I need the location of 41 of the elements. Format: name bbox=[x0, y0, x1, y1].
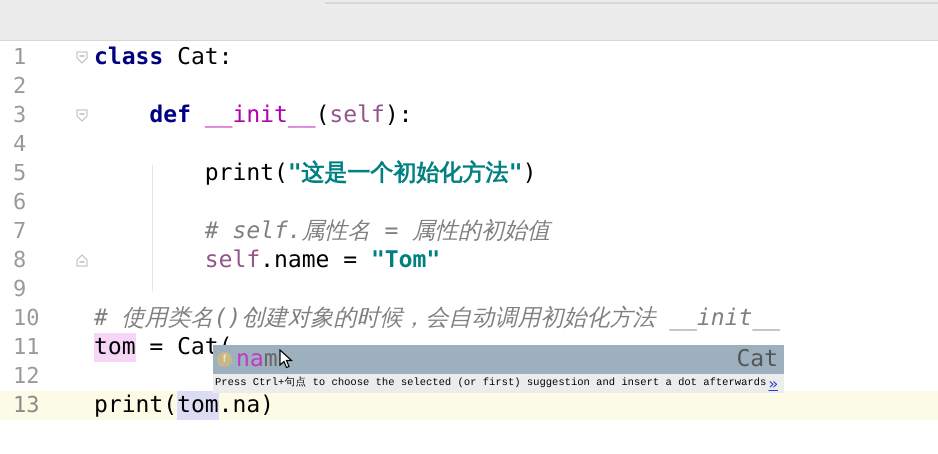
code-token: ( bbox=[316, 101, 330, 130]
more-link[interactable]: » bbox=[768, 376, 778, 392]
code-token: self bbox=[204, 246, 260, 275]
cursor-icon bbox=[279, 349, 293, 369]
line-number: 12 bbox=[12, 363, 40, 391]
code-token: Cat: bbox=[176, 43, 232, 72]
completion-hint: Press Ctrl+句点 to choose the selected (or first) suggestion and insert a dot afterwards bbox=[215, 376, 766, 391]
code-token: .na) bbox=[218, 391, 274, 420]
code-token: tom bbox=[94, 333, 136, 362]
code-token: def bbox=[148, 101, 191, 130]
code-token: print( bbox=[204, 159, 288, 188]
code-token: # 使用类名()创建对象的时候，会自动调用初始化方法 __init__ bbox=[94, 304, 780, 333]
fold-icon[interactable] bbox=[76, 109, 88, 122]
line-number: 6 bbox=[12, 189, 28, 217]
code-token: "这是一个初始化方法" bbox=[288, 159, 523, 188]
code-token: ) bbox=[522, 159, 536, 188]
line-number: 9 bbox=[12, 276, 28, 304]
code-token: tom bbox=[177, 391, 219, 420]
line-number: 10 bbox=[12, 305, 40, 333]
line-number: 7 bbox=[12, 218, 28, 246]
completion-item[interactable]: f nam Cat bbox=[213, 345, 784, 374]
code-token: "Tom" bbox=[370, 246, 440, 275]
fold-icon[interactable] bbox=[76, 254, 88, 267]
line-number: 1 bbox=[12, 44, 28, 72]
code-token: print( bbox=[94, 391, 178, 420]
code-token: __init__ bbox=[204, 101, 316, 130]
line-number: 8 bbox=[12, 247, 28, 275]
code-token: class bbox=[94, 43, 164, 72]
line-number: 2 bbox=[12, 73, 28, 101]
fold-icon[interactable] bbox=[76, 51, 88, 64]
line-number: 3 bbox=[12, 102, 28, 130]
line-number: 11 bbox=[12, 334, 40, 362]
code-token: .name = bbox=[260, 246, 358, 275]
code-token: ): bbox=[384, 101, 413, 130]
code-token: self bbox=[329, 101, 385, 130]
completion-type: Cat bbox=[736, 345, 778, 374]
code-token: # self.属性名 = 属性的初始值 bbox=[204, 217, 550, 246]
completion-name: nam bbox=[236, 345, 278, 374]
line-number: 13 bbox=[12, 392, 40, 420]
line-number: 5 bbox=[12, 160, 28, 188]
line-number: 4 bbox=[12, 131, 28, 159]
